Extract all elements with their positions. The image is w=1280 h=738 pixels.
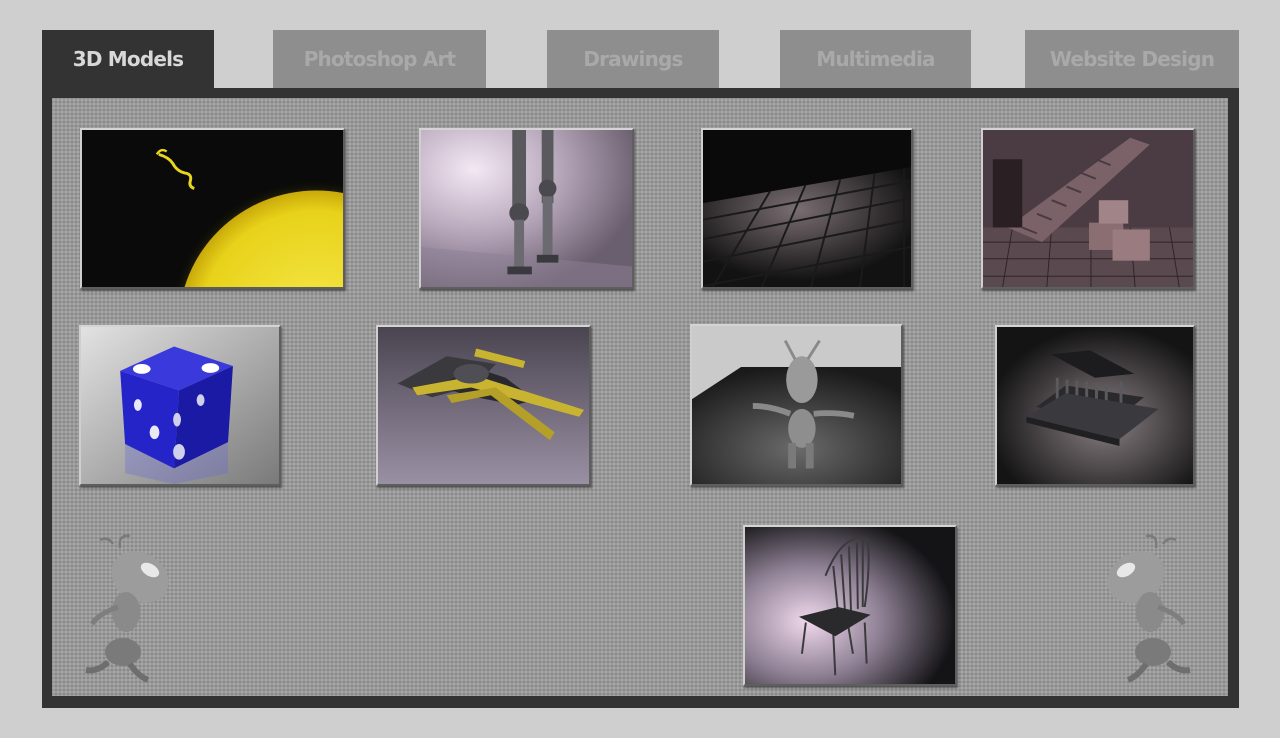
temple-thumbnail[interactable] xyxy=(995,325,1195,486)
tiled-floor-thumbnail[interactable] xyxy=(701,128,913,289)
alien-mascot-left xyxy=(78,532,178,687)
staircase-room-thumbnail[interactable] xyxy=(981,128,1195,289)
alien-mascot-right xyxy=(1098,532,1198,687)
dice-thumbnail[interactable] xyxy=(79,325,281,486)
tab-photoshop-art[interactable]: Photoshop Art xyxy=(273,30,486,88)
starfighter-thumbnail[interactable] xyxy=(376,325,591,486)
sun-thumbnail[interactable] xyxy=(80,128,345,289)
tab-3d-models[interactable]: 3D Models xyxy=(42,30,214,88)
robot-legs-thumbnail[interactable] xyxy=(419,128,634,289)
alien-figure-thumbnail[interactable] xyxy=(690,324,903,486)
tab-drawings[interactable]: Drawings xyxy=(547,30,719,88)
chair-thumbnail[interactable] xyxy=(743,525,957,686)
tab-website-design[interactable]: Website Design xyxy=(1025,30,1239,88)
tab-multimedia[interactable]: Multimedia xyxy=(780,30,971,88)
